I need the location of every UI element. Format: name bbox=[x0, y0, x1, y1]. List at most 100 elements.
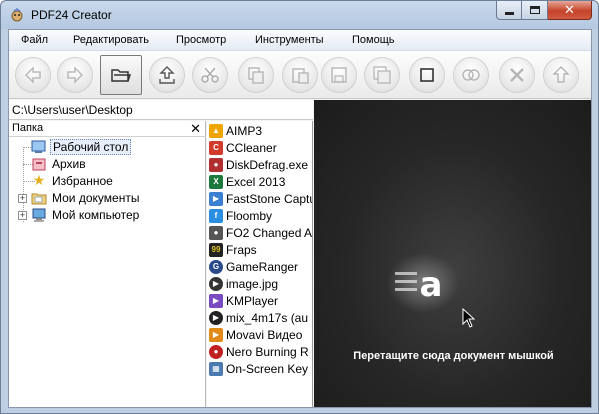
excel-icon: X bbox=[209, 174, 223, 189]
title-bar[interactable]: PDF24 Creator ✕ bbox=[1, 1, 598, 29]
back-button[interactable] bbox=[15, 57, 51, 93]
movavi-icon: ▶ bbox=[209, 327, 223, 342]
tree-header: Папка ✕ bbox=[9, 121, 206, 137]
list-item[interactable]: ● DiskDefrag.exe bbox=[209, 156, 308, 173]
expand-toggle[interactable]: + bbox=[18, 211, 27, 220]
gameranger-icon: G bbox=[209, 259, 223, 274]
list-item-label: Floomby bbox=[226, 208, 273, 223]
list-item[interactable]: 99 Fraps bbox=[209, 241, 257, 258]
list-item[interactable]: ● FO2 Changed A bbox=[209, 224, 312, 241]
select-icon bbox=[420, 68, 434, 82]
import-icon bbox=[159, 66, 175, 84]
open-button[interactable] bbox=[100, 55, 142, 95]
file-list: ▲ AIMP3 C CCleaner ● DiskDefrag.exe X Ex… bbox=[207, 121, 313, 407]
list-item-label: AIMP3 bbox=[226, 123, 263, 138]
client-area: Файл Редактировать Просмотр Инструменты … bbox=[8, 29, 592, 408]
merge-icon bbox=[462, 69, 480, 81]
documents-folder-icon bbox=[31, 190, 47, 206]
list-item-label: Excel 2013 bbox=[226, 174, 286, 189]
forward-button[interactable] bbox=[57, 57, 93, 93]
save-button[interactable] bbox=[321, 57, 357, 93]
select-button[interactable] bbox=[409, 57, 445, 93]
list-item[interactable]: ▶ Movavi Видео bbox=[209, 326, 302, 343]
list-item-label: Fraps bbox=[226, 242, 257, 257]
list-item-label: GameRanger bbox=[226, 259, 299, 274]
tree-close-button[interactable]: ✕ bbox=[190, 121, 201, 137]
delete-button[interactable] bbox=[499, 57, 535, 93]
ccleaner-icon: C bbox=[209, 140, 223, 155]
list-item-label: CCleaner bbox=[226, 140, 277, 155]
tree-item-documents[interactable]: Мои документы bbox=[31, 190, 141, 206]
back-arrow-icon bbox=[24, 66, 41, 84]
tree-item-label: Мой компьютер bbox=[52, 208, 140, 222]
pdf24-logo-icon: a bbox=[387, 253, 459, 313]
menu-bar: Файл Редактировать Просмотр Инструменты … bbox=[9, 30, 591, 51]
computer-icon bbox=[31, 207, 47, 223]
folder-tree-panel: Папка ✕ Рабочий стол Архив ★ Избранное +… bbox=[9, 121, 206, 407]
app-window: PDF24 Creator ✕ Файл Редактировать Просм… bbox=[0, 0, 599, 414]
list-item-label: DiskDefrag.exe bbox=[226, 157, 309, 172]
menu-edit[interactable]: Редактировать bbox=[73, 34, 149, 46]
path-bar[interactable]: C:\Users\user\Desktop bbox=[9, 100, 313, 120]
maximize-icon bbox=[529, 6, 540, 14]
list-item-label: Movavi Видео bbox=[226, 327, 303, 342]
list-item[interactable]: ● Nero Burning R bbox=[209, 343, 309, 360]
merge-button[interactable] bbox=[453, 57, 489, 93]
drop-zone[interactable]: a Перетащите сюда документ мышкой bbox=[314, 100, 591, 407]
window-controls: ✕ bbox=[496, 1, 592, 21]
list-item-label: mix_4m17s (au bbox=[226, 310, 309, 325]
maximize-button[interactable] bbox=[522, 1, 548, 20]
list-item[interactable]: ▶ mix_4m17s (au bbox=[209, 309, 308, 326]
save-all-icon bbox=[373, 66, 391, 84]
list-item-label: Nero Burning R bbox=[226, 344, 309, 359]
up-button[interactable] bbox=[543, 57, 579, 93]
open-folder-icon bbox=[111, 69, 132, 82]
list-item-label: FO2 Changed A bbox=[226, 225, 313, 240]
cut-icon bbox=[201, 67, 219, 83]
menu-view[interactable]: Просмотр bbox=[176, 34, 226, 46]
tree-item-label: Рабочий стол bbox=[50, 139, 132, 155]
list-item[interactable]: G GameRanger bbox=[209, 258, 298, 275]
list-item[interactable]: ▶ FastStone Capture bbox=[209, 190, 312, 207]
list-item[interactable]: ▦ On-Screen Key bbox=[209, 360, 308, 377]
list-item[interactable]: ▲ AIMP3 bbox=[209, 122, 262, 139]
tree-item-computer[interactable]: Мой компьютер bbox=[31, 207, 141, 223]
list-item[interactable]: ▶ KMPlayer bbox=[209, 292, 278, 309]
cut-button[interactable] bbox=[192, 57, 228, 93]
minimize-icon bbox=[504, 11, 514, 15]
drop-hint-text: Перетащите сюда документ мышкой bbox=[353, 350, 554, 362]
audio-file-icon: ▶ bbox=[209, 310, 223, 325]
paste-icon bbox=[292, 68, 309, 84]
current-path: C:\Users\user\Desktop bbox=[12, 103, 133, 117]
tree-item-archive[interactable]: Архив bbox=[31, 156, 88, 172]
minimize-button[interactable] bbox=[496, 1, 522, 20]
tree-title: Папка bbox=[12, 122, 44, 134]
paste-button[interactable] bbox=[282, 57, 318, 93]
window-title: PDF24 Creator bbox=[31, 8, 112, 22]
menu-file[interactable]: Файл bbox=[21, 34, 48, 46]
toolbar bbox=[9, 51, 591, 99]
save-all-button[interactable] bbox=[364, 57, 400, 93]
copy-icon bbox=[248, 67, 264, 84]
tree-item-favorites[interactable]: ★ Избранное bbox=[31, 173, 115, 189]
tree-item-desktop[interactable]: Рабочий стол bbox=[31, 139, 132, 155]
list-item[interactable]: ▶ image.jpg bbox=[209, 275, 278, 292]
copy-button[interactable] bbox=[238, 57, 274, 93]
list-item[interactable]: C CCleaner bbox=[209, 139, 277, 156]
keyboard-icon: ▦ bbox=[209, 361, 223, 376]
close-button[interactable]: ✕ bbox=[548, 1, 592, 20]
kmplayer-icon: ▶ bbox=[209, 293, 223, 308]
list-item[interactable]: f Floomby bbox=[209, 207, 272, 224]
tree-item-label: Архив bbox=[52, 157, 86, 171]
up-arrow-icon bbox=[552, 66, 570, 83]
fo2-icon: ● bbox=[209, 225, 223, 240]
menu-help[interactable]: Помощь bbox=[352, 34, 395, 46]
tree-item-label: Мои документы bbox=[52, 191, 140, 205]
fraps-icon: 99 bbox=[209, 242, 223, 257]
list-item[interactable]: X Excel 2013 bbox=[209, 173, 285, 190]
menu-tools[interactable]: Инструменты bbox=[255, 34, 324, 46]
floomby-icon: f bbox=[209, 208, 223, 223]
import-button[interactable] bbox=[149, 57, 185, 93]
image-file-icon: ▶ bbox=[209, 276, 223, 291]
expand-toggle[interactable]: + bbox=[18, 194, 27, 203]
